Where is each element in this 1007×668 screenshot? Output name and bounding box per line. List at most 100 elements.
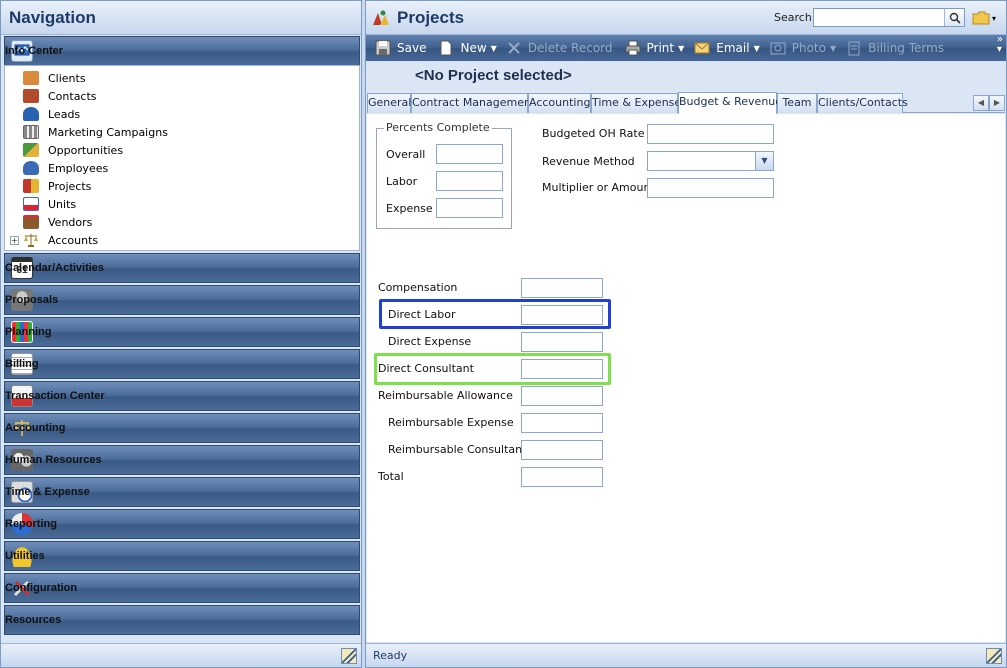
new-button[interactable]: New ▼ [438,40,497,56]
info-item-contacts[interactable]: Contacts [5,87,359,105]
compensation-input[interactable] [522,279,602,297]
email-label: Email [716,41,750,55]
tab-general[interactable]: General [367,93,411,113]
navigation-footer [1,643,361,667]
nav-section-resources[interactable]: Resources [4,605,360,635]
info-item-opportunities[interactable]: Opportunities [5,141,359,159]
tab-scroll-right-icon[interactable]: ▶ [989,95,1005,111]
photo-icon [770,40,786,56]
reimbursable-expense-input[interactable] [522,414,602,432]
print-button[interactable]: Print ▼ [625,40,684,56]
leads-icon [23,107,39,121]
info-item-vendors[interactable]: Vendors [5,213,359,231]
budget-revenue-panel: Percents Complete Overall Labor Expense … [367,114,1005,642]
info-item-label: Accounts [48,233,99,247]
nav-section-label: Calendar/Activities [5,262,105,274]
projects-header: Projects Search ▾ [366,1,1006,35]
multiplier-field[interactable] [647,178,774,198]
expense-field[interactable] [436,198,503,218]
billing-terms-icon [846,40,862,56]
reimbursable-expense-field[interactable] [521,413,603,433]
expand-icon[interactable]: + [10,235,19,245]
tab-time-expense[interactable]: Time & Expense [591,93,681,113]
info-item-units[interactable]: Units [5,195,359,213]
tab-team[interactable]: Team [777,93,817,113]
overall-field[interactable] [436,144,503,164]
tab-accounting[interactable]: Accounting [528,93,591,113]
search-icon[interactable] [944,9,964,26]
photo-button[interactable]: Photo ▼ [770,40,836,56]
revenue-method-label: Revenue Method [542,155,635,168]
configure-buttons-icon[interactable] [341,648,357,664]
nav-section-calendar-activities[interactable]: 31 Calendar/Activities [4,253,360,283]
info-item-employees[interactable]: Employees [5,159,359,177]
info-item-clients[interactable]: Clients [5,69,359,87]
reimbursable-allowance-field[interactable] [521,386,603,406]
opportunities-icon [23,143,39,157]
search-label: Search [774,11,812,24]
total-input[interactable] [522,468,602,486]
nav-section-human-resources[interactable]: Human Resources [4,445,360,475]
overall-input[interactable] [437,145,502,163]
nav-section-accounting[interactable]: Accounting [4,413,360,443]
nav-section-time-expense[interactable]: Time & Expense [4,477,360,507]
info-item-leads[interactable]: Leads [5,105,359,123]
compensation-field[interactable] [521,278,603,298]
nav-section-label: Utilities [5,550,45,562]
labor-input[interactable] [437,172,502,190]
direct-expense-field[interactable] [521,332,603,352]
nav-section-reporting[interactable]: Reporting [4,509,360,539]
nav-section-transaction-center[interactable]: Transaction Center [4,381,360,411]
revenue-method-dropdown-icon[interactable]: ▼ [755,152,773,170]
projects-toolbar: Save New ▼ Delete Record Print ▼ Email ▼… [366,35,1006,61]
expense-label: Expense [386,202,433,215]
compensation-label: Compensation [378,281,458,294]
direct-expense-label: Direct Expense [388,335,472,348]
nav-section-proposals[interactable]: Proposals [4,285,360,315]
toolbar-overflow-icon[interactable]: » ▾ [997,35,1003,55]
nav-section-utilities[interactable]: Utilities [4,541,360,571]
email-dropdown-icon: ▼ [753,43,760,53]
nav-section-info-center[interactable]: Info Center [4,36,360,66]
nav-section-configuration[interactable]: Configuration [4,573,360,603]
nav-section-label: Proposals [5,294,59,306]
direct-labor-input[interactable] [522,306,602,324]
direct-labor-field[interactable] [521,305,603,325]
billing-terms-button[interactable]: Billing Terms [846,40,944,56]
multiplier-input[interactable] [648,179,773,197]
direct-consultant-input[interactable] [522,360,602,378]
direct-consultant-field[interactable] [521,359,603,379]
budgeted-oh-rate-field[interactable] [647,124,774,144]
tab-budget-revenue[interactable]: Budget & Revenue [678,92,782,114]
email-button[interactable]: Email ▼ [694,40,760,56]
total-field[interactable] [521,467,603,487]
reimbursable-consultant-input[interactable] [522,441,602,459]
reimbursable-consultant-field[interactable] [521,440,603,460]
reimbursable-allowance-input[interactable] [522,387,602,405]
overall-label: Overall [386,148,426,161]
folder-icon[interactable]: ▾ [972,10,1002,26]
budgeted-oh-rate-label: Budgeted OH Rate [542,127,645,140]
revenue-method-select[interactable]: ▼ [647,151,774,171]
delete-record-button[interactable]: Delete Record [506,40,613,56]
tab-contract-management[interactable]: Contract Management [411,93,535,113]
navigation-pane: Navigation Info Center Clients Contacts … [0,0,362,668]
info-item-label: Opportunities [48,143,124,157]
employees-icon [23,161,39,175]
nav-section-billing[interactable]: Billing [4,349,360,379]
budgeted-oh-rate-input[interactable] [648,125,773,143]
direct-labor-label: Direct Labor [388,308,456,321]
tab-scroll-left-icon[interactable]: ◀ [973,95,989,111]
tab-clients-contacts[interactable]: Clients/Contacts [817,93,908,113]
nav-section-label: Transaction Center [5,390,105,402]
direct-expense-input[interactable] [522,333,602,351]
resize-grip-icon[interactable] [986,648,1002,664]
info-item-projects[interactable]: Projects [5,177,359,195]
nav-section-planning[interactable]: Planning [4,317,360,347]
expense-input[interactable] [437,199,502,217]
labor-field[interactable] [436,171,503,191]
info-item-accounts[interactable]: + Accounts [5,231,359,249]
search-input[interactable] [814,9,944,26]
save-button[interactable]: Save [375,40,426,56]
info-item-marketing-campaigns[interactable]: Marketing Campaigns [5,123,359,141]
